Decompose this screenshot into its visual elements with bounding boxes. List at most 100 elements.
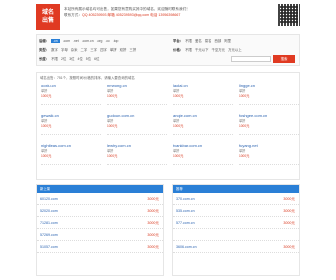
filter-option[interactable]: 2位 xyxy=(61,57,66,61)
filter-option[interactable]: 字母 xyxy=(61,48,68,52)
filter-row-length: 长度： 不限 2位 3位 4位 5位 6位 xyxy=(39,55,102,63)
filter-option[interactable]: 阿里 xyxy=(224,39,231,43)
filter-option[interactable]: 易名 xyxy=(205,39,212,43)
filter-option[interactable]: 双拼 xyxy=(120,48,127,52)
filter-option[interactable]: 爱名 xyxy=(195,39,202,43)
panel-title: 新上架 xyxy=(37,185,163,193)
domain-card[interactable]: fuyang.net 单拼 1000元 xyxy=(239,143,299,165)
domain-card[interactable]: nightleas.com.cn 单拼 1000元 xyxy=(41,143,101,165)
filter-option[interactable]: 6位 xyxy=(94,57,99,61)
filter-option[interactable]: 杂米 xyxy=(71,48,78,52)
domain-card[interactable]: gudoun.com.cn 单拼 1000元 xyxy=(107,113,167,135)
panel-row[interactable]: 57269.com 3000元 xyxy=(37,229,163,241)
results-panel: 域名出售：751个，按照时间/价格的排序，请输入要查询的域名 ooxiu.cn 单… xyxy=(36,72,300,180)
filter-label: 类型： xyxy=(39,48,50,52)
intro-contact-info: QQ 405239593 邮箱 405239593@qq.com 电话 1395… xyxy=(81,13,181,17)
domain-price: 1000元 xyxy=(239,94,250,98)
filter-option[interactable]: 西部 xyxy=(215,39,222,43)
filter-row-type: 类型： 数字 字母 杂米 二字 三字 四字 单拼 双拼 三拼 xyxy=(39,46,139,54)
panel-row-domain[interactable]: 71281.com xyxy=(40,221,58,225)
filter-option[interactable]: 不限 xyxy=(185,48,192,52)
panel-row-domain[interactable]: 52020.com xyxy=(40,209,58,213)
panel-row[interactable]: 3606.com.cn 3000元 xyxy=(173,241,299,253)
logo-line-2: 出售 xyxy=(41,18,54,24)
filter-option[interactable]: 千元以下 xyxy=(195,48,209,52)
search-input[interactable] xyxy=(231,56,271,62)
domain-card[interactable]: tvankbar.com.cn 单拼 1000元 xyxy=(173,143,233,165)
filter-option[interactable]: 3位 xyxy=(69,57,74,61)
filter-option[interactable]: 单拼 xyxy=(110,48,117,52)
panel-new: 新上架 60120.com 3000元 52020.com 3000元 71281.co… xyxy=(36,184,164,276)
panel-title: 推荐 xyxy=(173,185,299,193)
filter-option[interactable]: 千至万元 xyxy=(212,48,226,52)
filter-option[interactable]: 四字 xyxy=(100,48,107,52)
filter-option[interactable]: 三字 xyxy=(90,48,97,52)
filter-option[interactable]: .cn xyxy=(51,39,60,43)
panel-row[interactable]: 51057.com 3000元 xyxy=(37,241,163,253)
filter-row-suffix: 后缀： .cn .com .net .com.cn .org .cc .top xyxy=(39,37,121,45)
panel-row[interactable]: 370.com.cn 3000元 xyxy=(173,193,299,205)
header: 域名 出售 本站所有展示域名均可出售，如果您有意购买其中的域名，欢迎随时联系我们… xyxy=(36,4,300,32)
domain-card[interactable]: anqie.com.cn 单拼 1000元 xyxy=(173,113,233,135)
domain-card[interactable]: nrrwong.cn 单拼 1000元 xyxy=(107,83,167,105)
panel-row-price: 3000元 xyxy=(147,197,159,201)
filter-option[interactable]: .cc xyxy=(105,39,109,43)
qr-code-icon xyxy=(278,4,300,26)
panel-row-price: 3000元 xyxy=(283,221,295,225)
domain-price: 1000元 xyxy=(173,154,184,158)
panel-row-price: 3000元 xyxy=(147,221,159,225)
panel-row-domain[interactable]: 370.com.cn xyxy=(176,197,195,201)
domain-card[interactable]: gewaik.cn 单拼 1000元 xyxy=(41,113,101,135)
domain-card[interactable]: foshgee.com.cn 单拼 1000元 xyxy=(239,113,299,135)
filter-option[interactable]: .com.cn xyxy=(82,39,94,43)
filter-option[interactable]: 三拼 xyxy=(129,48,136,52)
filter-option[interactable]: 二字 xyxy=(81,48,88,52)
panel-row-domain[interactable]: 60120.com xyxy=(40,197,58,201)
domain-card[interactable]: lewhy.com.cn 单拼 1000元 xyxy=(107,143,167,165)
filter-option[interactable]: .com xyxy=(63,39,70,43)
intro-contact-label: 联系方式： xyxy=(64,13,82,17)
panel-row[interactable]: 71281.com 3000元 xyxy=(37,217,163,229)
panel-row-domain[interactable]: 577.com.cn xyxy=(176,221,195,225)
panel-row-domain[interactable]: 57269.com xyxy=(40,233,58,237)
filter-option[interactable]: 不限 xyxy=(51,57,58,61)
domain-card[interactable]: laolai.cn 单拼 1000元 xyxy=(173,83,233,105)
domain-price: 1000元 xyxy=(107,94,118,98)
site-logo[interactable]: 域名 出售 xyxy=(36,4,60,30)
filter-label: 价格： xyxy=(173,48,184,52)
logo-line-1: 域名 xyxy=(41,10,54,16)
filter-option[interactable]: 数字 xyxy=(51,48,58,52)
filter-option[interactable]: 5位 xyxy=(86,57,91,61)
domain-price: 1000元 xyxy=(173,94,184,98)
filter-option[interactable]: .org xyxy=(97,39,103,43)
panel-row-price: 3000元 xyxy=(147,233,159,237)
intro-line-2: 联系方式：QQ 405239593 邮箱 405239593@qq.com 电话… xyxy=(64,12,274,18)
page: 域名 出售 本站所有展示域名均可出售，如果您有意购买其中的域名，欢迎随时联系我们… xyxy=(0,0,336,280)
filter-label: 后缀： xyxy=(39,39,50,43)
filter-option[interactable]: 万元以上 xyxy=(228,48,242,52)
filter-label: 长度： xyxy=(39,57,50,61)
panel-row[interactable]: 535.com.cn 3000元 xyxy=(173,205,299,217)
panel-row-domain[interactable]: 535.com.cn xyxy=(176,209,195,213)
filter-option[interactable]: .top xyxy=(113,39,119,43)
filter-option[interactable]: .net xyxy=(73,39,79,43)
domain-card[interactable]: ooxiu.cn 单拼 1000元 xyxy=(41,83,101,105)
domain-price: 1000元 xyxy=(107,124,118,128)
panel-row-domain[interactable]: 3606.com.cn xyxy=(176,245,197,249)
filter-option[interactable]: 4位 xyxy=(78,57,83,61)
panel-row-domain[interactable]: 51057.com xyxy=(40,245,58,249)
search-button[interactable]: 搜索 xyxy=(273,55,295,63)
domain-card[interactable]: lingge.cn 单拼 1000元 xyxy=(239,83,299,105)
panel-row-price: 3000元 xyxy=(283,245,295,249)
domain-price: 1000元 xyxy=(41,154,52,158)
panel-row[interactable]: 60120.com 3000元 xyxy=(37,193,163,205)
panel-row-price: 3000元 xyxy=(283,209,295,213)
panel-row[interactable] xyxy=(173,229,299,241)
panel-row[interactable]: 52020.com 3000元 xyxy=(37,205,163,217)
filter-row-price: 价格： 不限 千元以下 千至万元 万元以上 xyxy=(173,46,245,54)
panel-row-price: 3000元 xyxy=(147,209,159,213)
panel-row[interactable]: 577.com.cn 3000元 xyxy=(173,217,299,229)
filter-row-platform: 平台： 不限 爱名 易名 西部 阿里 xyxy=(173,37,234,45)
filter-option[interactable]: 不限 xyxy=(185,39,192,43)
panel-row-price: 3000元 xyxy=(147,245,159,249)
